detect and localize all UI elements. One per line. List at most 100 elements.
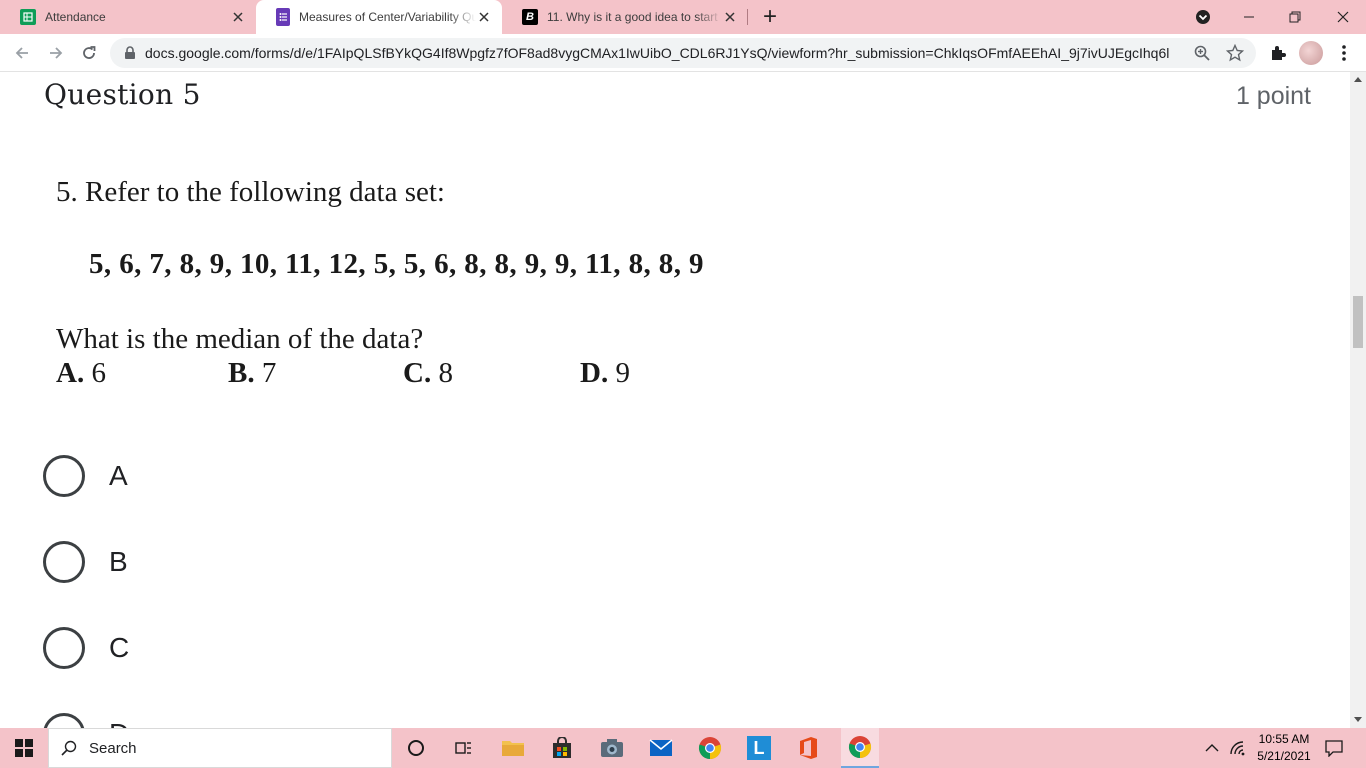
browser-toolbar: docs.google.com/forms/d/e/1FAIpQLSfBYkQG…: [0, 34, 1366, 72]
choice-label: B: [109, 546, 128, 577]
close-icon: [1337, 11, 1349, 23]
puzzle-icon: [1272, 46, 1286, 60]
option-a-text: A. 6: [56, 357, 106, 389]
l-app-icon: L: [747, 736, 771, 760]
forward-button[interactable]: [42, 39, 70, 67]
windows-taskbar: Search L 10:55 AM 5/21/2021: [0, 728, 1366, 768]
mail-icon: [649, 739, 673, 756]
file-explorer-button[interactable]: [497, 732, 529, 764]
form-page: Question 5 1 point 5. Refer to the follo…: [0, 72, 1350, 728]
choice-label: C: [109, 632, 130, 663]
mail-button[interactable]: [645, 732, 677, 764]
tab-search-button[interactable]: [1180, 0, 1226, 34]
windows-logo-icon: [15, 739, 33, 757]
choice-label: D: [109, 718, 129, 728]
notification-icon: [1325, 740, 1343, 757]
tab-attendance[interactable]: Attendance: [0, 0, 256, 34]
tab-brainly-question[interactable]: B 11. Why is it a good idea to start: [502, 0, 748, 34]
search-icon: [61, 740, 77, 756]
address-bar[interactable]: docs.google.com/forms/d/e/1FAIpQLSfBYkQG…: [110, 38, 1256, 68]
l-app-button[interactable]: L: [743, 732, 775, 764]
shopping-bag-icon: [553, 737, 571, 758]
bookmark-star-icon[interactable]: [1225, 43, 1245, 67]
option-c-text: C. 8: [403, 357, 453, 389]
office-button[interactable]: [792, 732, 824, 764]
scroll-down-arrow-icon[interactable]: [1354, 717, 1362, 722]
clock-date: 5/21/2021: [1257, 749, 1311, 763]
tab-title: Attendance: [45, 10, 106, 24]
radio-button[interactable]: [43, 713, 85, 728]
system-clock[interactable]: 10:55 AM 5/21/2021: [1254, 731, 1314, 765]
question-points: 1 point: [1235, 82, 1311, 110]
close-tab-icon[interactable]: [230, 9, 246, 25]
network-button[interactable]: [1222, 732, 1254, 764]
zoom-icon[interactable]: [1194, 45, 1210, 66]
camera-icon: [601, 739, 623, 757]
tab-search-icon: [1196, 10, 1210, 24]
browser-menu-button[interactable]: [1330, 39, 1358, 67]
wifi-icon: [1230, 741, 1245, 756]
choice-a[interactable]: A: [43, 454, 443, 498]
url-text[interactable]: docs.google.com/forms/d/e/1FAIpQLSfBYkQG…: [145, 45, 1170, 61]
chrome-icon: [698, 737, 722, 760]
choice-b[interactable]: B: [43, 540, 443, 584]
radio-button[interactable]: [43, 455, 85, 497]
new-tab-button[interactable]: +: [748, 0, 792, 34]
radio-button[interactable]: [43, 541, 85, 583]
data-set: 5, 6, 7, 8, 9, 10, 11, 12, 5, 5, 6, 8, 8…: [89, 248, 704, 280]
minimize-button[interactable]: [1226, 0, 1272, 34]
close-window-button[interactable]: [1320, 0, 1366, 34]
question-ask: What is the median of the data?: [56, 323, 424, 355]
question-image: 5. Refer to the following data set: 5, 6…: [44, 160, 764, 410]
chrome-icon: [848, 736, 872, 759]
question-title: Question 5: [44, 78, 201, 111]
reload-icon: [83, 46, 96, 59]
start-button[interactable]: [8, 732, 40, 764]
arrow-left-icon: [15, 47, 28, 59]
tab-measures-quiz[interactable]: Measures of Center/Variability Quiz: [256, 0, 502, 34]
clock-time: 10:55 AM: [1258, 732, 1310, 746]
camera-app-button[interactable]: [596, 732, 628, 764]
tab-title: Measures of Center/Variability Quiz: [299, 10, 476, 24]
store-button[interactable]: [546, 732, 578, 764]
back-button[interactable]: [8, 39, 36, 67]
choice-c[interactable]: C: [43, 626, 443, 670]
choice-d[interactable]: D: [43, 712, 443, 728]
question-prompt: 5. Refer to the following data set:: [56, 176, 445, 208]
extensions-button[interactable]: [1264, 39, 1292, 67]
profile-avatar[interactable]: [1297, 39, 1325, 67]
restore-icon: [1289, 11, 1301, 23]
restore-button[interactable]: [1272, 0, 1318, 34]
plus-icon: +: [762, 3, 777, 30]
chrome-button[interactable]: [694, 732, 726, 764]
task-view-button[interactable]: [447, 732, 479, 764]
radio-button[interactable]: [43, 627, 85, 669]
option-b-text: B. 7: [228, 357, 277, 389]
kebab-menu-icon: [1342, 45, 1346, 61]
close-tab-icon[interactable]: [722, 9, 738, 25]
choice-label: A: [109, 460, 128, 491]
minimize-icon: [1244, 16, 1254, 18]
cortana-circle-icon: [408, 740, 424, 756]
tab-title: 11. Why is it a good idea to start: [547, 10, 718, 24]
brainly-icon: B: [522, 9, 538, 25]
taskbar-search[interactable]: Search: [48, 728, 392, 768]
option-d-text: D. 9: [580, 357, 630, 389]
avatar: [1299, 41, 1323, 65]
reload-button[interactable]: [75, 39, 103, 67]
google-forms-icon: [276, 8, 290, 26]
chevron-up-icon: [1205, 744, 1219, 752]
browser-tab-strip: Attendance Measures of Center/Variabilit…: [0, 0, 1366, 34]
arrow-right-icon: [50, 47, 63, 59]
action-center-button[interactable]: [1318, 732, 1350, 764]
scroll-up-arrow-icon[interactable]: [1354, 77, 1362, 82]
lock-icon[interactable]: [123, 46, 137, 60]
office-icon: [800, 737, 817, 759]
google-sheets-icon: [20, 9, 36, 25]
chrome-active-button[interactable]: [841, 728, 879, 768]
close-tab-icon[interactable]: [476, 9, 492, 25]
page-scrollbar[interactable]: [1350, 72, 1366, 728]
scrollbar-thumb[interactable]: [1353, 296, 1363, 348]
folder-icon: [502, 741, 524, 756]
cortana-button[interactable]: [400, 732, 432, 764]
